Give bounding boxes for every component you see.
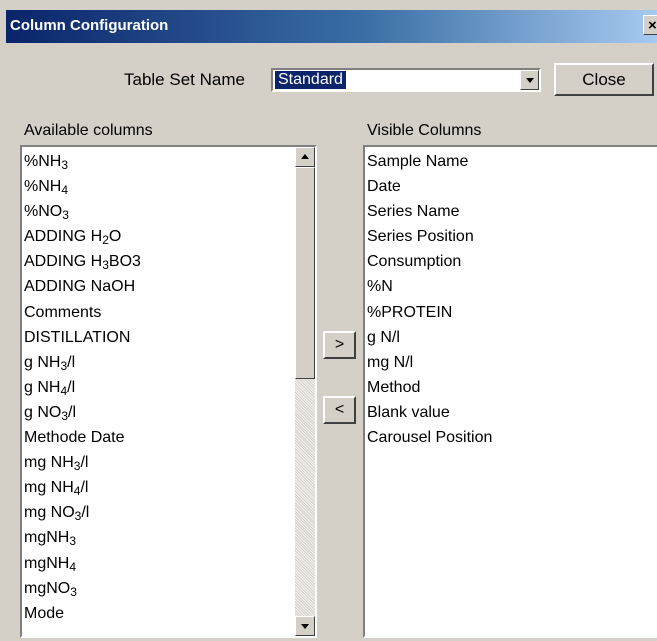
visible-column-item[interactable]: Consumption bbox=[367, 249, 492, 274]
available-column-item[interactable]: Comments bbox=[24, 300, 141, 325]
visible-column-item[interactable]: Sample Name bbox=[367, 149, 492, 174]
visible-column-item[interactable]: Series Position bbox=[367, 224, 492, 249]
window-title: Column Configuration bbox=[10, 17, 169, 34]
available-column-item[interactable]: ADDING H3BO3 bbox=[24, 249, 141, 274]
available-column-item[interactable]: Mode bbox=[24, 601, 141, 626]
visible-columns-label: Visible Columns bbox=[367, 122, 482, 139]
available-column-item[interactable]: mgNH4 bbox=[24, 551, 141, 576]
available-column-item[interactable]: mg NH4/l bbox=[24, 475, 141, 500]
available-column-item[interactable]: DISTILLATION bbox=[24, 325, 141, 350]
available-column-item[interactable]: %NH3 bbox=[24, 149, 141, 174]
available-column-item[interactable]: %NH4 bbox=[24, 174, 141, 199]
available-column-item[interactable]: g NO3/l bbox=[24, 400, 141, 425]
available-columns-scrollbar[interactable] bbox=[295, 147, 315, 636]
remove-column-button[interactable]: < bbox=[323, 396, 356, 424]
available-column-item[interactable]: mg NH3/l bbox=[24, 450, 141, 475]
available-columns-items: %NH3 %NH4 %NO3 ADDING H2O ADDING H3BO3 ADDING… bbox=[24, 149, 141, 626]
visible-column-item[interactable]: Method bbox=[367, 375, 492, 400]
scroll-down-button[interactable] bbox=[295, 616, 315, 636]
table-set-name-value: Standard bbox=[275, 71, 346, 89]
chevron-down-icon bbox=[526, 78, 534, 83]
close-button[interactable]: Close bbox=[554, 63, 654, 96]
available-column-item[interactable]: Methode Date bbox=[24, 425, 141, 450]
visible-columns-items: Sample Name Date Series Name Series Positio… bbox=[367, 149, 492, 450]
available-column-item[interactable]: mgNH3 bbox=[24, 525, 141, 550]
table-set-name-label: Table Set Name bbox=[124, 70, 245, 89]
visible-column-item[interactable]: Series Name bbox=[367, 199, 492, 224]
arrow-down-icon bbox=[301, 624, 309, 629]
scrollbar-thumb[interactable] bbox=[295, 167, 315, 379]
visible-column-item[interactable]: g N/l bbox=[367, 325, 492, 350]
visible-column-item[interactable]: %PROTEIN bbox=[367, 300, 492, 325]
dropdown-button[interactable] bbox=[520, 70, 539, 90]
visible-column-item[interactable]: Date bbox=[367, 174, 492, 199]
available-columns-label: Available columns bbox=[24, 122, 153, 139]
available-column-item[interactable]: ADDING H2O bbox=[24, 224, 141, 249]
close-icon[interactable]: × bbox=[643, 15, 657, 35]
available-column-item[interactable]: ADDING NaOH bbox=[24, 274, 141, 299]
add-column-button[interactable]: > bbox=[323, 331, 356, 359]
available-column-item[interactable]: mgNO3 bbox=[24, 576, 141, 601]
visible-column-item[interactable]: Carousel Position bbox=[367, 425, 492, 450]
table-set-name-dropdown[interactable]: Standard bbox=[271, 68, 541, 92]
available-columns-list[interactable]: %NH3 %NH4 %NO3 ADDING H2O ADDING H3BO3 ADDING… bbox=[20, 145, 317, 638]
title-bar[interactable]: Column Configuration × bbox=[6, 10, 657, 43]
scroll-up-button[interactable] bbox=[295, 147, 315, 167]
visible-column-item[interactable]: Blank value bbox=[367, 400, 492, 425]
visible-columns-list[interactable]: Sample Name Date Series Name Series Positio… bbox=[363, 145, 657, 638]
available-column-item[interactable]: mg NO3/l bbox=[24, 500, 141, 525]
available-column-item[interactable]: %NO3 bbox=[24, 199, 141, 224]
visible-column-item[interactable]: %N bbox=[367, 274, 492, 299]
available-column-item[interactable]: g NH3/l bbox=[24, 350, 141, 375]
column-configuration-dialog: Column Configuration × Table Set Name St… bbox=[0, 0, 657, 641]
arrow-up-icon bbox=[301, 154, 309, 159]
available-column-item[interactable]: g NH4/l bbox=[24, 375, 141, 400]
visible-column-item[interactable]: mg N/l bbox=[367, 350, 492, 375]
